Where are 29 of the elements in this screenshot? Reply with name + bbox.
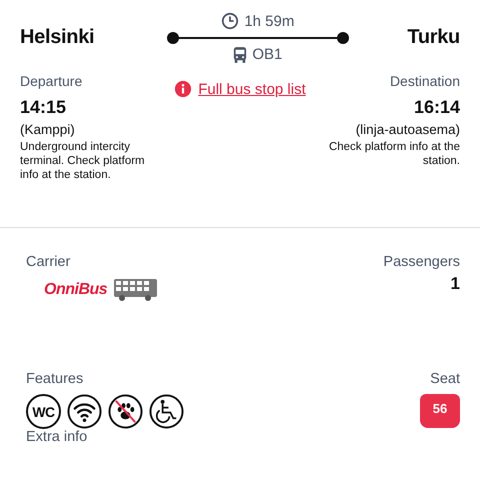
arrival-time: 16:14 [414,97,460,118]
origin-city: Helsinki [20,26,94,49]
destination-city: Turku [407,26,460,49]
double-decker-bus-icon [113,278,160,302]
bus-icon [233,46,248,62]
wifi-icon [67,394,102,429]
line-code: OB1 [252,46,282,63]
passenger-count: 1 [450,274,460,294]
carrier-label: Carrier [26,254,70,270]
departure-stop: (Kamppi) [20,122,75,137]
extra-info-label: Extra info [25,429,88,445]
carrier-logo: OnniBus [44,281,108,299]
arrival-stop: (linja-autoasema) [356,122,460,137]
seat-number: 56 [420,394,460,428]
wheelchair-icon [149,394,184,429]
departure-time: 14:15 [20,97,66,118]
features-label: Features [26,371,84,387]
bus-stop-list-link[interactable]: Full bus stop list [198,80,306,98]
info-icon [174,80,192,98]
seat-label: Seat [430,371,460,387]
departure-label: Departure [20,73,82,89]
departure-note: Underground intercity terminal. Check platform info at the station. [20,140,146,182]
clock-icon [221,12,240,30]
passengers-label: Passengers [383,254,460,270]
arrival-note: Check platform info at the station. [328,140,460,168]
toilet-icon: WC [26,394,61,429]
destination-label: Destination [390,73,460,89]
duration: 1h 59m [244,12,294,30]
no-pets-icon [108,394,143,429]
